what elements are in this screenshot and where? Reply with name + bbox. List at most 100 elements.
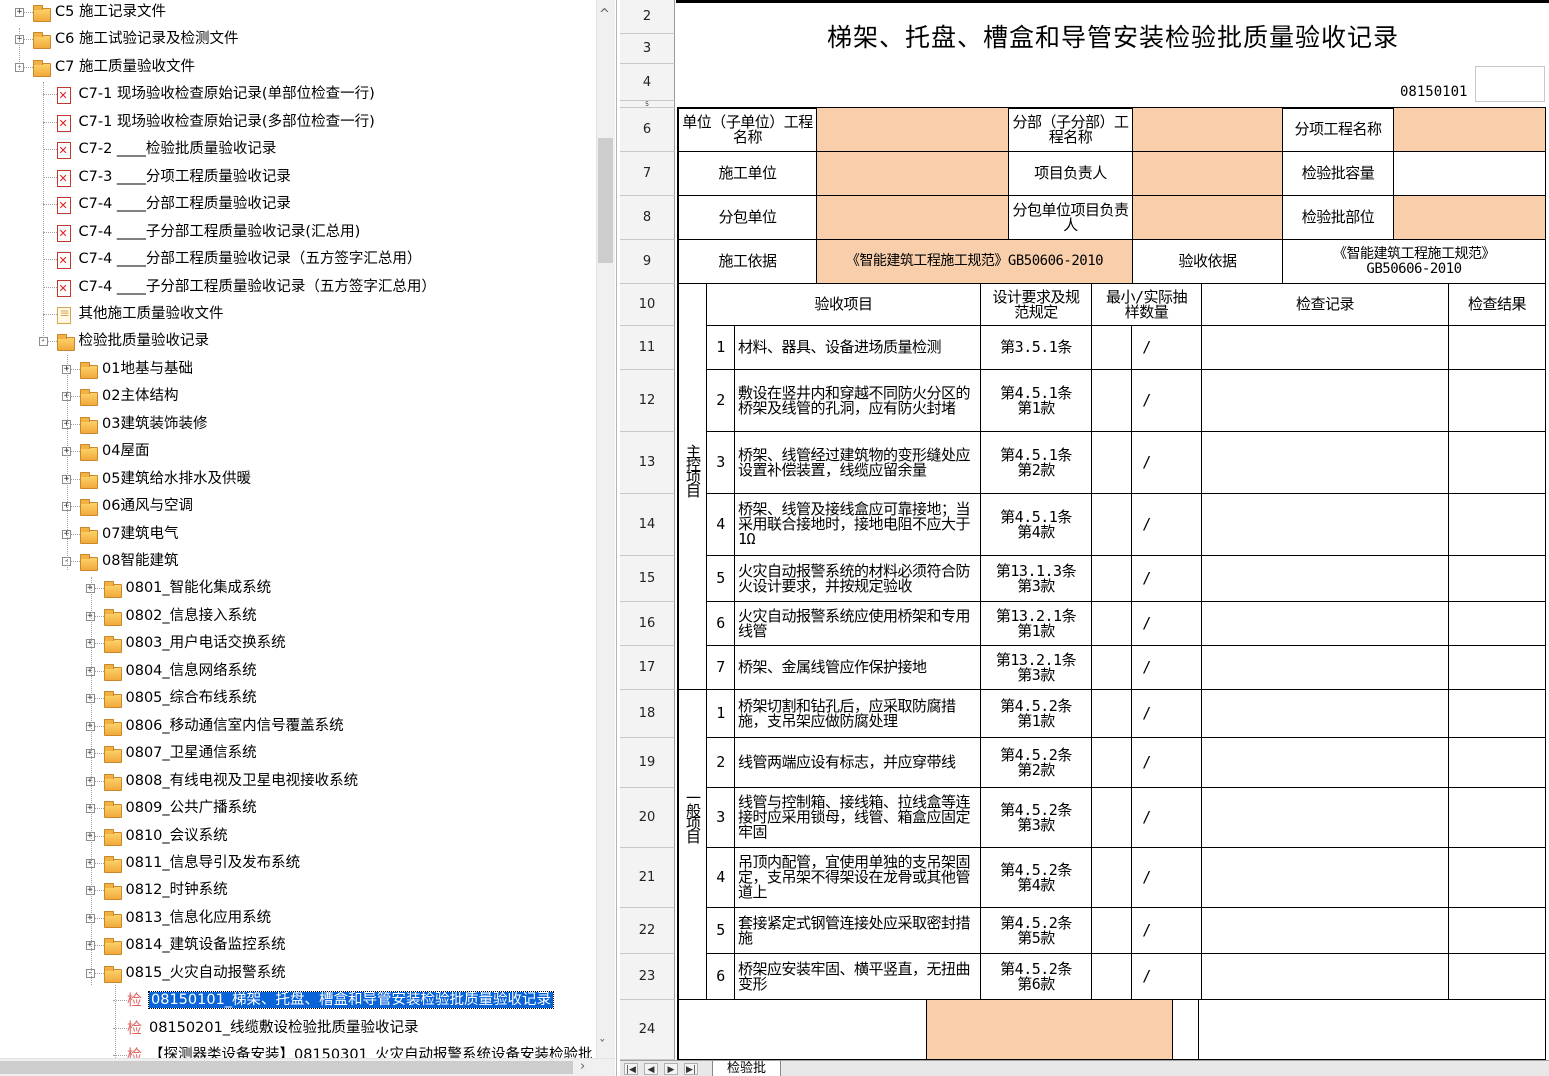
min-sample-field[interactable] (1092, 602, 1132, 646)
signature-date-field[interactable] (1199, 1000, 1546, 1060)
row-header[interactable]: 15 (620, 556, 675, 602)
check-result-field[interactable] (1449, 954, 1546, 1000)
tree-item[interactable]: C7-4 ____子分部工程质量验收记录（五方签字汇总用） (79, 274, 436, 300)
expand-icon[interactable]: + (15, 8, 24, 17)
tree-item[interactable]: C7-4 ____子分部工程质量验收记录(汇总用) (79, 219, 361, 245)
expand-icon[interactable]: + (85, 858, 95, 868)
row-header[interactable]: 3 (620, 34, 675, 64)
tree-item[interactable]: 0814_建筑设备监控系统 (126, 932, 286, 958)
scroll-down-arrow-icon[interactable]: ˇ (599, 1040, 606, 1054)
row-header[interactable]: 22 (620, 908, 675, 954)
expand-icon[interactable]: + (85, 776, 95, 786)
tree-item[interactable]: C7-4 ____分部工程质量验收记录（五方签字汇总用） (79, 246, 422, 272)
tree-item[interactable]: 02主体结构 (102, 383, 178, 409)
check-record-field[interactable] (1202, 646, 1449, 690)
min-sample-field[interactable] (1092, 848, 1132, 908)
collapse-icon[interactable]: - (85, 968, 95, 978)
min-sample-field[interactable] (1092, 556, 1132, 602)
expand-icon[interactable]: + (85, 941, 95, 951)
check-record-field[interactable] (1202, 326, 1449, 370)
tree-vertical-scroll-thumb[interactable] (598, 138, 613, 263)
row-header[interactable]: 13 (620, 432, 675, 494)
tree-item[interactable]: 检验批质量验收记录 (79, 328, 210, 354)
tree-item[interactable]: 0803_用户电话交换系统 (126, 630, 286, 656)
tree-item[interactable]: 其他施工质量验收文件 (79, 301, 224, 327)
actual-sample-field[interactable] (1161, 494, 1202, 556)
expand-icon[interactable]: + (85, 749, 95, 759)
check-result-field[interactable] (1449, 848, 1546, 908)
signature-field[interactable] (927, 1000, 1173, 1060)
expand-icon[interactable]: + (85, 639, 95, 649)
tree-item[interactable]: 08150201_线缆敷设检验批质量验收记录 (149, 1015, 419, 1041)
tree-item[interactable]: 0808_有线电视及卫星电视接收系统 (126, 768, 359, 794)
expand-icon[interactable]: + (85, 913, 95, 923)
tree-item[interactable]: 01地基与基础 (102, 356, 193, 382)
check-record-field[interactable] (1202, 738, 1449, 788)
expand-icon[interactable]: + (85, 804, 95, 814)
check-result-field[interactable] (1449, 908, 1546, 954)
min-sample-field[interactable] (1092, 494, 1132, 556)
check-record-field[interactable] (1202, 432, 1449, 494)
row-header[interactable]: 9 (620, 240, 675, 284)
expand-icon[interactable]: + (85, 886, 95, 896)
row-header[interactable]: 16 (620, 602, 675, 646)
tree-item[interactable]: C7-3 ____分项工程质量验收记录 (79, 164, 291, 190)
tree-item[interactable]: 0807_卫星通信系统 (126, 740, 257, 766)
row-header[interactable]: 20 (620, 788, 675, 848)
check-result-field[interactable] (1449, 556, 1546, 602)
item-name-field[interactable] (1394, 108, 1546, 152)
min-sample-field[interactable] (1092, 432, 1132, 494)
row-header[interactable]: 10 (620, 284, 675, 326)
check-record-field[interactable] (1202, 690, 1449, 738)
tree-item[interactable]: C7-4 ____分部工程质量验收记录 (79, 191, 291, 217)
first-sheet-icon[interactable]: |◀ (624, 1063, 638, 1075)
tree-item[interactable]: C6 施工试验记录及检测文件 (55, 26, 238, 52)
min-sample-field[interactable] (1092, 788, 1132, 848)
tree-item[interactable]: 05建筑给水排水及供暖 (102, 466, 251, 492)
actual-sample-field[interactable] (1161, 788, 1202, 848)
row-header[interactable]: 4 (620, 64, 675, 101)
check-record-field[interactable] (1202, 848, 1449, 908)
tree-item-selected[interactable]: 08150101_梯架、托盘、槽盒和导管安装检验批质量验收记录 (147, 987, 555, 1013)
batch-location-field[interactable] (1394, 196, 1546, 240)
actual-sample-field[interactable] (1161, 848, 1202, 908)
tree-item[interactable]: 0801_智能化集成系统 (126, 575, 272, 601)
tree-item[interactable]: C7 施工质量验收文件 (55, 54, 195, 80)
check-result-field[interactable] (1449, 326, 1546, 370)
unit-name-field[interactable] (817, 108, 1009, 152)
tree-item[interactable]: 0813_信息化应用系统 (126, 905, 272, 931)
check-result-field[interactable] (1449, 602, 1546, 646)
row-header[interactable]: 8 (620, 196, 675, 240)
expand-icon[interactable]: + (85, 666, 95, 676)
last-sheet-icon[interactable]: ▶| (684, 1063, 698, 1075)
check-record-field[interactable] (1202, 954, 1449, 1000)
row-header[interactable]: 12 (620, 370, 675, 432)
expand-icon[interactable]: + (85, 721, 95, 731)
check-result-field[interactable] (1449, 646, 1546, 690)
actual-sample-field[interactable] (1161, 738, 1202, 788)
check-record-field[interactable] (1202, 494, 1449, 556)
actual-sample-field[interactable] (1161, 690, 1202, 738)
tree-item[interactable]: 07建筑电气 (102, 521, 178, 547)
min-sample-field[interactable] (1092, 370, 1132, 432)
check-result-field[interactable] (1449, 788, 1546, 848)
min-sample-field[interactable] (1092, 954, 1132, 1000)
actual-sample-field[interactable] (1161, 602, 1202, 646)
check-result-field[interactable] (1449, 432, 1546, 494)
tree-item[interactable]: 06通风与空调 (102, 493, 193, 519)
tree-item[interactable]: 0806_移动通信室内信号覆盖系统 (126, 713, 344, 739)
expand-icon[interactable]: + (85, 831, 95, 841)
check-result-field[interactable] (1449, 690, 1546, 738)
check-record-field[interactable] (1202, 788, 1449, 848)
check-result-field[interactable] (1449, 738, 1546, 788)
check-record-field[interactable] (1202, 602, 1449, 646)
check-result-field[interactable] (1449, 494, 1546, 556)
row-header[interactable]: 7 (620, 152, 675, 196)
row-header[interactable]: 6 (620, 108, 675, 152)
row-header[interactable]: 2 (620, 0, 675, 34)
tree-item[interactable]: 0809_公共广播系统 (126, 795, 257, 821)
min-sample-field[interactable] (1092, 690, 1132, 738)
check-record-field[interactable] (1202, 370, 1449, 432)
next-sheet-icon[interactable]: ▶ (664, 1063, 678, 1075)
scroll-right-arrow-icon[interactable]: › (580, 1060, 585, 1074)
